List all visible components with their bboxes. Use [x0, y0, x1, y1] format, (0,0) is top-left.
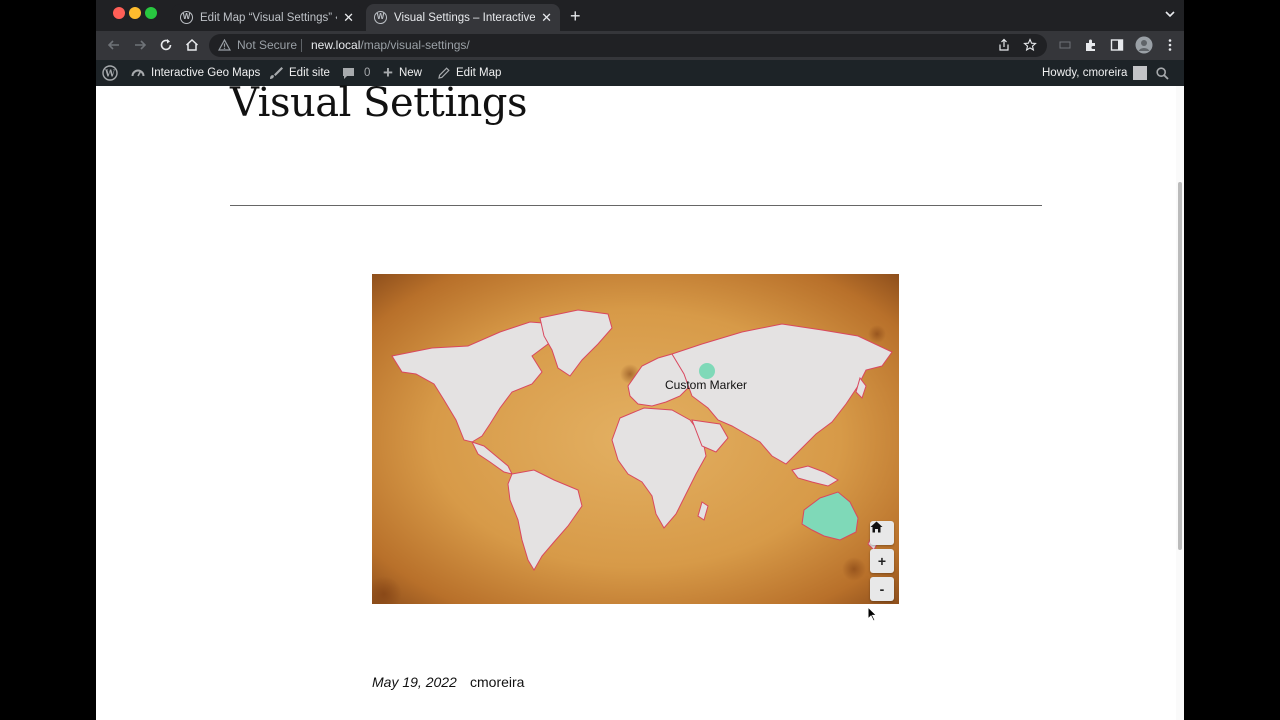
new-tab-icon[interactable]: + [570, 6, 581, 27]
greenland[interactable] [539, 309, 613, 377]
search-icon [1156, 66, 1169, 80]
wordpress-icon: W [180, 11, 193, 24]
tab-edit-map[interactable]: W Edit Map “Visual Settings” ‹ Interacti… [172, 4, 362, 31]
south-america[interactable] [507, 469, 583, 571]
comment-bubble-icon [343, 67, 354, 79]
user-avatar [1133, 66, 1148, 80]
divider [301, 39, 302, 52]
world-map-svg [372, 309, 893, 604]
site-name: Interactive Geo Maps [151, 67, 261, 79]
africa[interactable] [611, 407, 707, 529]
custom-marker[interactable] [699, 363, 715, 379]
map-home-button[interactable] [870, 521, 894, 545]
bookmark-star-icon[interactable] [1023, 38, 1037, 52]
close-window-button[interactable] [113, 7, 125, 19]
interactive-world-map[interactable]: Custom Marker + - [372, 274, 899, 604]
paper-stain [372, 576, 402, 604]
zoom-in-button[interactable]: + [870, 549, 894, 573]
central-america[interactable] [471, 441, 513, 475]
tab-search-chevron-icon[interactable] [1164, 8, 1176, 20]
dashboard-gauge-icon [131, 69, 145, 77]
page-title: Visual Settings [230, 80, 528, 126]
svg-text:W: W [104, 70, 116, 80]
wordpress-icon: W [102, 65, 118, 81]
reload-icon[interactable] [158, 37, 174, 53]
zoom-out-button[interactable]: - [870, 577, 894, 601]
wp-logo-menu[interactable]: W [102, 60, 118, 86]
extensions-puzzle-icon[interactable] [1084, 38, 1098, 52]
admin-search[interactable] [1156, 60, 1169, 86]
australia-highlighted[interactable] [801, 491, 859, 541]
comments-count: 0 [364, 67, 371, 79]
profile-avatar-icon[interactable] [1135, 36, 1153, 54]
tab-visual-settings[interactable]: W Visual Settings – Interactive Geo Maps… [366, 4, 560, 31]
wordpress-icon: W [374, 11, 387, 24]
post-date[interactable]: May 19, 2022 [372, 674, 457, 690]
edit-site-label: Edit site [289, 67, 330, 79]
tab-title: Edit Map “Visual Settings” ‹ Interactive… [200, 11, 337, 24]
security-label: Not Secure [237, 38, 298, 52]
home-icon[interactable] [184, 37, 200, 53]
scrollbar-thumb[interactable] [1178, 182, 1182, 550]
new-label: New [398, 67, 422, 79]
page-content: Visual Settings Custom Marker + - May 19… [96, 80, 1176, 720]
back-icon[interactable] [106, 37, 122, 53]
extension-placeholder-icon[interactable] [1058, 38, 1072, 52]
pencil-icon [438, 67, 450, 79]
maximize-window-button[interactable] [145, 7, 157, 19]
paper-stain [842, 557, 866, 581]
north-america[interactable] [391, 321, 557, 443]
browser-menu-icon[interactable] [1163, 38, 1177, 52]
page-scrollbar[interactable] [1176, 86, 1184, 720]
close-tab-icon[interactable]: ✕ [343, 10, 354, 26]
mouse-cursor-icon [867, 606, 877, 622]
paper-stain [868, 325, 886, 343]
forward-icon[interactable] [132, 37, 148, 53]
browser-window: W Edit Map “Visual Settings” ‹ Interacti… [96, 0, 1184, 720]
madagascar[interactable] [697, 501, 709, 521]
southeast-asia-islands[interactable] [791, 465, 839, 487]
marker-label: Custom Marker [665, 378, 748, 392]
brush-icon [270, 67, 283, 79]
close-tab-icon[interactable]: ✕ [541, 10, 552, 26]
url-path: /map/visual-settings/ [360, 38, 470, 52]
tab-title: Visual Settings – Interactive Geo Maps [394, 11, 536, 24]
account-menu[interactable]: Howdy, cmoreira [1042, 60, 1148, 86]
browser-toolbar: Not Secure new.local/map/visual-settings… [96, 31, 1184, 60]
url-host: new.local [311, 38, 361, 52]
minimize-window-button[interactable] [129, 7, 141, 19]
warning-icon[interactable] [218, 39, 231, 51]
post-author[interactable]: cmoreira [470, 674, 524, 690]
edit-map-label: Edit Map [456, 67, 502, 79]
side-panel-icon[interactable] [1110, 38, 1124, 52]
url-text[interactable]: new.local/map/visual-settings/ [311, 38, 470, 52]
home-icon [870, 521, 883, 533]
share-icon[interactable] [997, 38, 1011, 52]
title-separator [230, 205, 1042, 206]
address-bar[interactable]: Not Secure new.local/map/visual-settings… [209, 34, 1047, 57]
howdy-label: Howdy, cmoreira [1042, 67, 1128, 79]
tab-strip: W Edit Map “Visual Settings” ‹ Interacti… [96, 0, 1184, 31]
